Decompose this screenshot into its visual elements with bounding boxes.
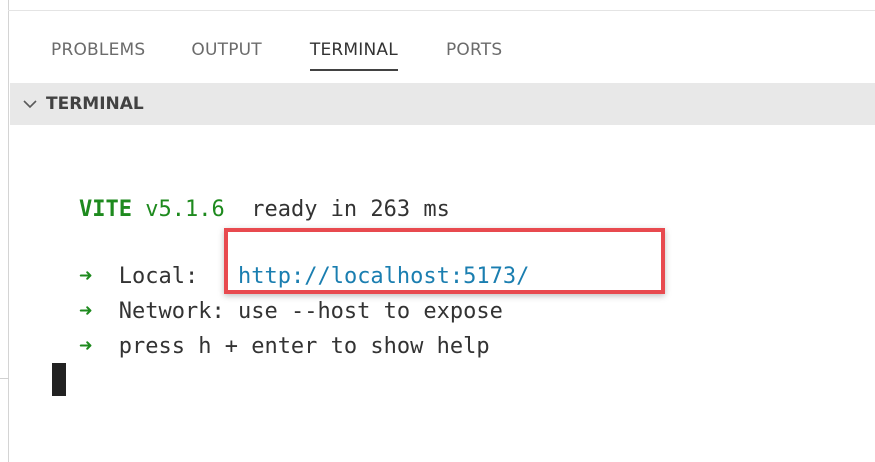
ready-text: ready in 263 ms: [224, 197, 450, 222]
local-line: ➜ Local: http://localhost:5173/: [79, 262, 529, 292]
help-line: ➜ press h + enter to show help: [79, 332, 490, 362]
tab-problems[interactable]: PROBLEMS: [51, 38, 145, 68]
panel-tabs: PROBLEMS OUTPUT TERMINAL PORTS: [51, 38, 502, 71]
arrow-right-icon: ➜: [79, 264, 93, 289]
tab-terminal[interactable]: TERMINAL: [309, 38, 398, 71]
network-label: Network:: [118, 299, 225, 324]
panel-top-border: [8, 10, 875, 11]
network-text: use --host to expose: [237, 299, 503, 324]
section-title: TERMINAL: [46, 94, 144, 114]
vscode-panel: PROBLEMS OUTPUT TERMINAL PORTS TERMINAL …: [0, 0, 875, 462]
arrow-right-icon: ➜: [79, 299, 93, 324]
arrow-right-icon: ➜: [79, 334, 93, 359]
chevron-down-icon[interactable]: [20, 94, 40, 114]
local-url-link[interactable]: http://localhost:5173/: [238, 264, 529, 289]
panel-left-border: [8, 0, 9, 462]
network-line: ➜ Network: use --host to expose: [79, 297, 503, 327]
terminal-section-header[interactable]: TERMINAL: [10, 83, 875, 125]
terminal-output[interactable]: VITE v5.1.6 ready in 263 ms ➜ Local: htt…: [10, 125, 875, 462]
vite-name: VITE: [79, 197, 132, 222]
local-label: Local:: [118, 264, 199, 289]
tab-output[interactable]: OUTPUT: [191, 38, 262, 68]
help-text: press h + enter to show help: [118, 334, 490, 359]
vite-version: v5.1.6: [145, 197, 225, 222]
side-divider: [0, 378, 9, 379]
terminal-cursor: [52, 363, 66, 396]
vite-ready-line: VITE v5.1.6 ready in 263 ms: [79, 195, 450, 225]
tab-ports[interactable]: PORTS: [446, 38, 502, 68]
